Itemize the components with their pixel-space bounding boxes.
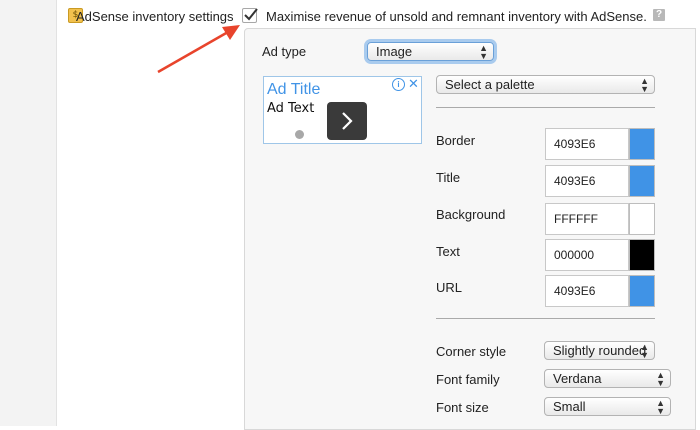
text-color-label: Text: [436, 244, 460, 259]
font-size-value: Small: [553, 399, 586, 414]
text-color-input[interactable]: 000000: [545, 239, 629, 271]
url-color-input[interactable]: 4093E6: [545, 275, 629, 307]
url-color-label: URL: [436, 280, 463, 295]
ad-next-button[interactable]: [327, 102, 367, 140]
ad-type-select[interactable]: Image ▲ ▼: [367, 42, 494, 61]
ad-settings-panel: Ad type Image ▲ ▼ Ad Title Ad Text i ✕ Se…: [244, 28, 696, 430]
font-family-value: Verdana: [553, 371, 602, 386]
checkbox-label[interactable]: Maximise revenue of unsold and remnant i…: [266, 9, 647, 24]
ad-preview-title: Ad Title: [267, 81, 321, 98]
font-size-label: Font size: [436, 400, 489, 415]
left-gutter: [0, 0, 57, 426]
divider: [436, 318, 655, 319]
ad-preview: Ad Title Ad Text i ✕: [263, 76, 422, 144]
chevron-right-icon: [342, 112, 353, 130]
palette-select[interactable]: Select a palette ▲ ▼: [436, 75, 655, 94]
ad-type-value: Image: [376, 44, 413, 59]
background-color-input[interactable]: FFFFFF: [545, 203, 629, 235]
ad-preview-text: Ad Text: [267, 101, 315, 116]
font-family-select[interactable]: Verdana ▲ ▼: [544, 369, 671, 388]
select-chevrons-icon: ▲ ▼: [479, 42, 488, 61]
select-chevrons-icon: ▲ ▼: [640, 75, 649, 94]
close-icon[interactable]: ✕: [408, 76, 419, 92]
border-color-input[interactable]: 4093E6: [545, 128, 629, 160]
divider: [436, 107, 655, 108]
font-family-label: Font family: [436, 372, 500, 387]
border-color-label: Border: [436, 133, 476, 148]
info-icon[interactable]: i: [392, 78, 405, 91]
font-size-select[interactable]: Small ▲ ▼: [544, 397, 671, 416]
title-color-input[interactable]: 4093E6: [545, 165, 629, 197]
background-color-label: Background: [436, 207, 506, 222]
url-color-swatch[interactable]: [629, 275, 655, 307]
title-color-swatch[interactable]: [629, 165, 655, 197]
text-color-swatch[interactable]: [629, 239, 655, 271]
corner-style-label: Corner style: [436, 344, 507, 359]
background-color-swatch[interactable]: [629, 203, 655, 235]
corner-style-value: Slightly rounded: [553, 343, 647, 358]
title-color-label: Title: [436, 170, 461, 185]
checkmark-icon: [244, 8, 258, 21]
ad-type-label: Ad type: [262, 44, 307, 59]
help-icon[interactable]: ?: [653, 9, 665, 21]
arrow-annotation: [157, 25, 240, 74]
select-chevrons-icon: ▲ ▼: [656, 397, 665, 416]
carousel-dot: [295, 130, 304, 139]
palette-select-value: Select a palette: [445, 77, 535, 92]
select-chevrons-icon: ▲ ▼: [640, 341, 649, 360]
border-color-swatch[interactable]: [629, 128, 655, 160]
select-chevrons-icon: ▲ ▼: [656, 369, 665, 388]
corner-style-select[interactable]: Slightly rounded ▲ ▼: [544, 341, 655, 360]
